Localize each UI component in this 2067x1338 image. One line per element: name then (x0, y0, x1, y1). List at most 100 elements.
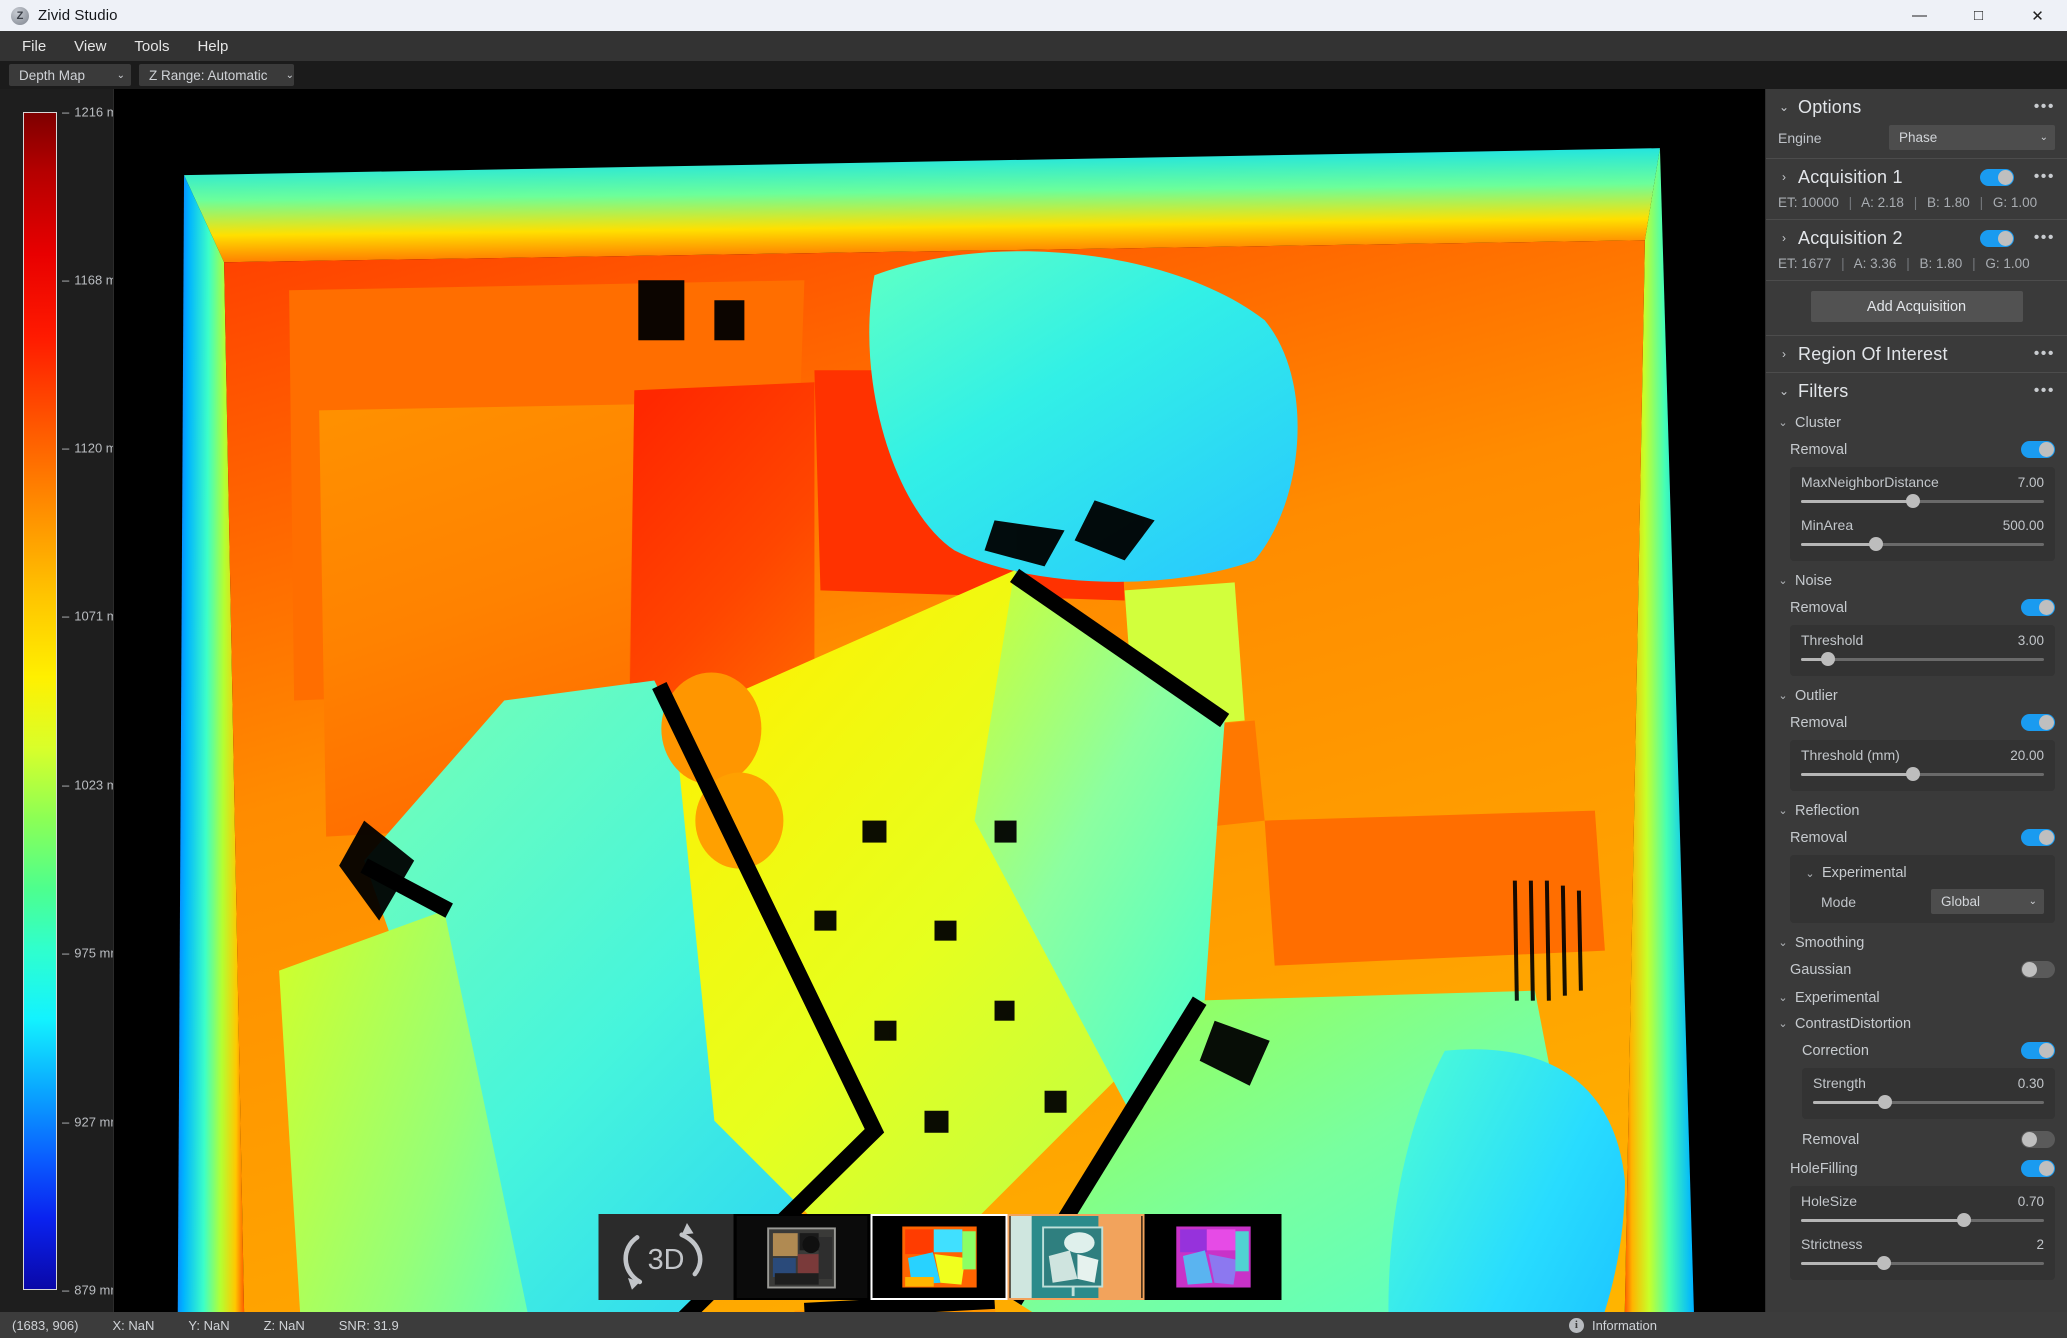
z-range-label: Z Range: Automatic (149, 67, 268, 83)
contrast-strength-slider[interactable] (1813, 1095, 2044, 1109)
reflection-experimental-label: Experimental (1822, 865, 1907, 881)
separator: | (1972, 256, 1976, 271)
noise-threshold-slider[interactable] (1801, 652, 2044, 666)
noise-threshold-label: Threshold (1801, 632, 1864, 648)
filter-group-smoothing-header[interactable]: ⌄ Smoothing (1766, 929, 2067, 955)
filters-header[interactable]: ⌄ Filters ••• (1766, 373, 2067, 409)
min-area-slider[interactable] (1801, 537, 2044, 551)
min-area-row: MinArea 500.00 (1801, 517, 2044, 533)
menu-help[interactable]: Help (183, 31, 242, 61)
tick-dash-icon: – (62, 1114, 70, 1130)
chevron-right-icon: › (1782, 231, 1786, 245)
b-value: 1.80 (1936, 256, 1963, 271)
contrast-distortion-header[interactable]: ⌄ ContrastDistortion (1766, 1010, 2067, 1036)
status-bar: (1683, 906) X: NaN Y: NaN Z: NaN SNR: 31… (0, 1312, 2067, 1338)
contrast-correction-toggle[interactable] (2021, 1042, 2055, 1059)
add-acquisition-button[interactable]: Add Acquisition (1810, 291, 2023, 322)
chevron-down-icon: ⌄ (1778, 1018, 1788, 1030)
contrast-correction-row: Correction (1766, 1036, 2067, 1065)
b-value: 1.80 (1943, 195, 1970, 210)
window-title: Zivid Studio (38, 7, 118, 24)
menu-view[interactable]: View (60, 31, 120, 61)
outlier-threshold-value: 20.00 (2010, 748, 2044, 763)
max-neighbor-distance-row: MaxNeighborDistance 7.00 (1801, 474, 2044, 490)
cluster-removal-label: Removal (1790, 441, 1848, 458)
status-z-value: Z: NaN (263, 1317, 305, 1333)
contrast-removal-toggle[interactable] (2021, 1131, 2055, 1148)
chevron-down-icon: ⌄ (1778, 417, 1788, 429)
filter-group-experimental-header[interactable]: ⌄ Experimental (1766, 984, 2067, 1010)
chevron-down-icon: ⌄ (1778, 805, 1788, 817)
outlier-removal-toggle[interactable] (2021, 714, 2055, 731)
reflection-removal-toggle[interactable] (2021, 829, 2055, 846)
menu-tools[interactable]: Tools (120, 31, 183, 61)
noise-removal-label: Removal (1790, 599, 1848, 616)
cluster-removal-toggle[interactable] (2021, 441, 2055, 458)
filters-title: Filters (1798, 380, 1849, 401)
filter-group-outlier-label: Outlier (1795, 687, 1838, 704)
acquisition-1-toggle[interactable] (1979, 168, 2014, 186)
rgb-preview-icon (736, 1216, 867, 1298)
cluster-settings-card: MaxNeighborDistance 7.00 MinArea 500.00 (1790, 467, 2055, 561)
svg-text:3D: 3D (647, 1244, 684, 1276)
noise-removal-toggle[interactable] (2021, 599, 2055, 616)
tick-dash-icon: – (62, 608, 70, 624)
et-label: ET: (1778, 256, 1798, 271)
outlier-threshold-label: Threshold (mm) (1801, 747, 1900, 763)
a-value: 2.18 (1877, 195, 1904, 210)
acquisition-1-title: Acquisition 1 (1798, 166, 1903, 187)
hole-size-slider[interactable] (1801, 1213, 2044, 1227)
acquisition-2-title: Acquisition 2 (1798, 227, 1903, 248)
thumbnail-rgb-view[interactable] (733, 1214, 870, 1300)
b-label: B: (1926, 195, 1940, 210)
z-range-dropdown[interactable]: Z Range: Automatic ⌄ (139, 64, 294, 86)
noise-threshold-row: Threshold 3.00 (1801, 632, 2044, 648)
hole-filling-toggle[interactable] (2021, 1160, 2055, 1177)
filter-group-reflection-header[interactable]: ⌄ Reflection (1766, 797, 2067, 823)
engine-dropdown[interactable]: Phase ⌄ (1889, 125, 2055, 150)
chevron-down-icon: ⌄ (1778, 937, 1788, 949)
smoothing-gaussian-toggle[interactable] (2021, 961, 2055, 978)
point-cloud-viewport[interactable]: 3D (113, 89, 1765, 1312)
status-information-group[interactable]: i Information (1553, 1312, 2067, 1338)
filters-more-icon[interactable]: ••• (2034, 382, 2055, 400)
depth-colorbar-panel: –1216 mm –1168 mm –1120 mm –1071 mm –1023 mm… (0, 89, 128, 1312)
close-button[interactable]: ✕ (2008, 0, 2067, 31)
filter-group-outlier-header[interactable]: ⌄ Outlier (1766, 682, 2067, 708)
view-mode-dropdown[interactable]: Depth Map ⌄ (9, 64, 131, 86)
strictness-row: Strictness 2 (1801, 1236, 2044, 1252)
acquisition-1-more-icon[interactable]: ••• (2034, 168, 2055, 186)
filter-group-cluster-header[interactable]: ⌄ Cluster (1766, 409, 2067, 435)
maximize-button[interactable]: □ (1949, 0, 2008, 31)
menu-file[interactable]: File (8, 31, 60, 61)
thumbnail-snr-view[interactable] (1007, 1214, 1144, 1300)
reflection-experimental-header[interactable]: ⌄ Experimental (1801, 862, 2044, 888)
3d-rotate-icon: 3D (622, 1222, 702, 1290)
options-panel-scroll[interactable]: ⌄ Options ••• Engine Phase ⌄ › Acquisiti… (1766, 89, 2067, 1312)
filter-group-noise-header[interactable]: ⌄ Noise (1766, 567, 2067, 593)
hole-filling-row: HoleFilling (1766, 1154, 2067, 1183)
acquisition-2-more-icon[interactable]: ••• (2034, 229, 2055, 247)
chevron-down-icon: ⌄ (116, 69, 125, 81)
noise-threshold-value: 3.00 (2017, 633, 2044, 648)
reflection-mode-dropdown[interactable]: Global ⌄ (1931, 889, 2044, 914)
options-section-header[interactable]: ⌄ Options ••• (1766, 89, 2067, 125)
thumbnail-3d-view-control[interactable]: 3D (598, 1214, 733, 1300)
et-value: 10000 (1801, 195, 1839, 210)
region-of-interest-more-icon[interactable]: ••• (2034, 345, 2055, 363)
max-neighbor-distance-slider[interactable] (1801, 494, 2044, 508)
region-of-interest-header[interactable]: › Region Of Interest ••• (1766, 336, 2067, 372)
title-bar: Z Zivid Studio — □ ✕ (0, 0, 2067, 31)
thumbnail-normals-view[interactable] (1144, 1214, 1281, 1300)
thumbnail-depth-map-view[interactable] (870, 1214, 1007, 1300)
minimize-button[interactable]: — (1890, 0, 1949, 31)
options-more-icon[interactable]: ••• (2034, 98, 2055, 116)
acquisition-2-toggle[interactable] (1979, 229, 2014, 247)
strictness-slider[interactable] (1801, 1256, 2044, 1270)
depth-map-image (176, 138, 1707, 1312)
chevron-down-icon: ⌄ (1778, 992, 1788, 1004)
acquisition-1-header[interactable]: › Acquisition 1 ••• (1766, 159, 2067, 195)
acquisition-2-header[interactable]: › Acquisition 2 ••• (1766, 220, 2067, 256)
outlier-threshold-slider[interactable] (1801, 767, 2044, 781)
chevron-down-icon: ⌄ (1778, 100, 1790, 114)
